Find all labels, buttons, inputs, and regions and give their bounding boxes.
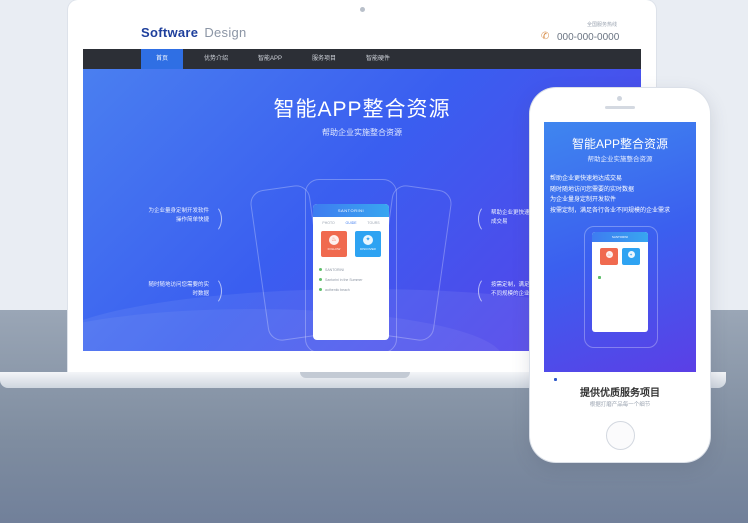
- app-list: SANTORINI Santorini in the Summer authen…: [313, 259, 389, 295]
- mobile-feature: 帮助企业更快速地达成交易: [550, 176, 623, 182]
- feature-line: 随时随地访问您需要的实: [148, 282, 209, 288]
- list-item-text: SANTORINI: [325, 268, 344, 272]
- app-card-discover: ✦ DISCOVER: [355, 231, 381, 257]
- mobile-screen: 智能APP整合资源 帮助企业实施整合资源 帮助企业更快速地达成交易 随时随地访问…: [544, 122, 696, 412]
- app-tab: TOURS: [367, 221, 380, 225]
- app-cards: ♨ FOLLOW ✦ DISCOVER: [313, 229, 389, 259]
- camera-icon: [360, 7, 365, 12]
- app-header: SANTORINI: [313, 204, 389, 217]
- app-card-follow: ♨: [600, 248, 618, 265]
- app-cards: ♨ ✦: [592, 242, 648, 267]
- flame-icon: ♨: [329, 235, 339, 245]
- logo-secondary: Design: [204, 25, 247, 40]
- home-button[interactable]: [606, 421, 635, 450]
- feature-line: 操作简单快捷: [175, 217, 209, 223]
- logo-primary: Software: [141, 25, 199, 40]
- card-label: FOLLOW: [327, 247, 341, 251]
- service-title: 提供优质服务项目: [580, 388, 660, 399]
- site-logo[interactable]: Software Design: [141, 25, 247, 40]
- nav-item-services[interactable]: 服务项目: [303, 49, 345, 69]
- mobile-phone-frame: 智能APP整合资源 帮助企业实施整合资源 帮助企业更快速地达成交易 随时随地访问…: [530, 88, 710, 462]
- list-item-text: authentic beach: [325, 288, 350, 292]
- app-mockup: SANTORINI PHOTO GUIDE TOURS ♨ FOLLOW ✦ DIS…: [313, 204, 389, 340]
- list-item: Santorini in the Summer: [319, 275, 383, 285]
- mobile-hero-subtitle: 帮助企业实施整合资源: [587, 156, 653, 163]
- list-item: authentic beach: [319, 285, 383, 295]
- compass-icon: ✦: [627, 251, 635, 258]
- card-label: DISCOVER: [360, 247, 376, 251]
- feature-text: 随时随地访问您需要的实 时数据: [139, 281, 209, 299]
- mobile-feature: 为企业量身定制开发软件: [550, 197, 617, 203]
- mobile-feature: 随时随地访问您需要的实时数据: [550, 186, 635, 193]
- contact-label: 全国服务热线: [587, 22, 618, 28]
- nav-item-hardware[interactable]: 智能硬件: [357, 49, 399, 69]
- mobile-app-mockup: SANTORINI ♨ ✦: [592, 232, 648, 332]
- app-tab: PHOTO: [322, 221, 335, 225]
- nav-item-home[interactable]: 首页: [141, 49, 183, 69]
- app-card-follow: ♨ FOLLOW: [321, 231, 347, 257]
- main-nav: 首页 优势介绍 智能APP 服务项目 智能硬件: [83, 49, 641, 69]
- app-card-discover: ✦: [622, 248, 640, 265]
- app-tab: GUIDE: [345, 221, 357, 225]
- compass-icon: ✦: [363, 235, 373, 245]
- mobile-hero: 智能APP整合资源 帮助企业实施整合资源 帮助企业更快速地达成交易 随时随地访问…: [544, 122, 696, 372]
- list-item-text: Santorini in the Summer: [325, 278, 363, 282]
- flame-icon: ♨: [605, 251, 613, 258]
- feature-line: 时数据: [192, 291, 209, 297]
- mobile-feature-list: 帮助企业更快速地达成交易 随时随地访问您需要的实时数据 为企业量身定制开发软件 …: [550, 174, 696, 216]
- contact-block: ✆ 全国服务热线 000-000-0000: [541, 21, 641, 47]
- phone-number: 000-000-0000: [557, 32, 620, 43]
- mobile-hero-title: 智能APP整合资源: [571, 137, 668, 151]
- mobile-feature: 按需定制，满足各行各业不同规模的企业需求: [550, 207, 671, 214]
- service-subtitle: 根据打磨产品每一个细节: [589, 402, 651, 408]
- nav-item-smart-app[interactable]: 智能APP: [249, 49, 291, 69]
- bullet-decoration: [554, 378, 557, 381]
- feature-line: 为企业量身定制开发软件: [148, 208, 209, 214]
- nav-item-advantages[interactable]: 优势介绍: [195, 49, 237, 69]
- camera-icon: [617, 96, 622, 101]
- app-list: [592, 267, 648, 279]
- phone-icon: ✆: [541, 31, 550, 42]
- feature-text: 为企业量身定制开发软件 操作简单快捷: [145, 207, 209, 225]
- list-item: SANTORINI: [319, 265, 383, 275]
- site-header: Software Design ✆ 全国服务热线 000-000-0000: [83, 16, 641, 49]
- app-tabs: PHOTO GUIDE TOURS: [313, 217, 389, 229]
- speaker-grille: [605, 106, 635, 109]
- app-header: SANTORINI: [592, 232, 648, 242]
- laptop-notch: [300, 372, 410, 378]
